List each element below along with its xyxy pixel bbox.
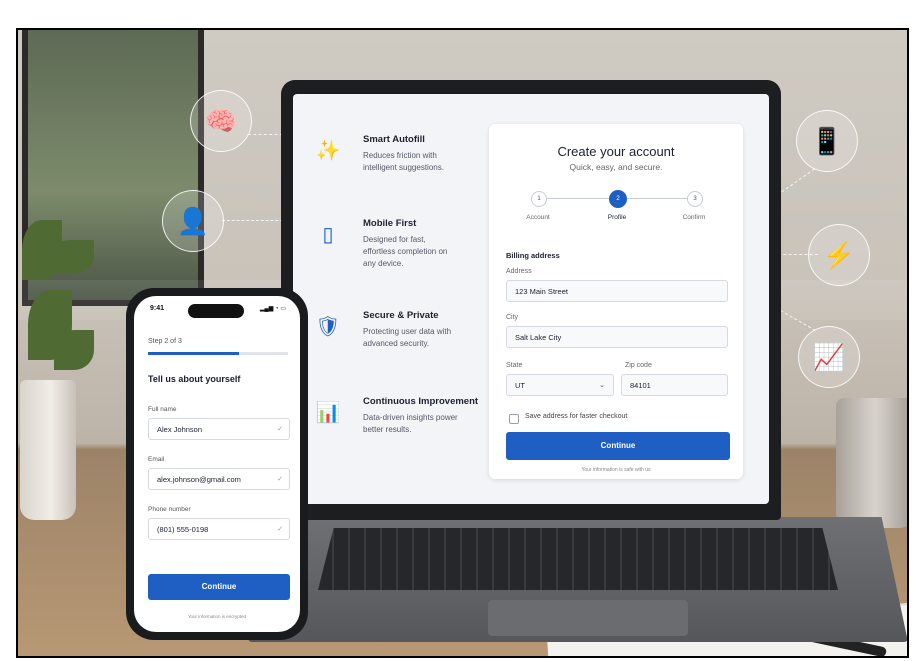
plant-pot [20, 380, 76, 520]
coffee-mug [836, 398, 907, 528]
save-address-checkbox[interactable] [509, 414, 519, 424]
phone-value: (801) 555-0198 [157, 525, 209, 534]
feature-title: Smart Autofill [363, 134, 425, 145]
step-2-label: Profile [607, 214, 627, 221]
step-indicator: Step 2 of 3 [148, 338, 182, 345]
address-input[interactable]: 123 Main Street [506, 280, 728, 302]
address-label: Address [506, 268, 532, 275]
zip-input[interactable]: 84101 [621, 374, 728, 396]
chevron-down-icon: ⌄ [599, 382, 605, 389]
progress-bar [148, 352, 288, 355]
continue-button[interactable]: Continue [506, 432, 730, 460]
shield-check-icon: 🛡 [315, 316, 341, 338]
zip-label: Zip code [625, 362, 652, 369]
step-3-indicator[interactable]: 3 [687, 191, 703, 207]
city-label: City [506, 314, 519, 321]
security-note: Your information is safe with us [581, 467, 651, 473]
email-input[interactable]: alex.johnson@gmail.com ✓ [148, 468, 290, 490]
phone-number-input[interactable]: (801) 555-0198 ✓ [148, 518, 290, 540]
status-icons: ▂▄▆ ◔ ▭ [259, 306, 286, 312]
name-label: Full name [148, 406, 177, 413]
form-title: Create your account [557, 144, 675, 159]
magic-wand-icon: ✨ [315, 140, 341, 162]
smartphone-icon: 📱 [796, 110, 858, 172]
laptop-screen: ✨ Smart Autofill Reduces friction with i… [293, 94, 769, 504]
feature-title: Continuous Improvement [363, 396, 479, 407]
progress-fill [148, 352, 239, 355]
brain-icon: 🧠 [190, 90, 252, 152]
feature-desc: Data-driven insights power better result… [363, 413, 458, 434]
check-icon: ✓ [277, 526, 283, 533]
bar-chart-icon: 📊 [315, 402, 341, 424]
connector-line [781, 168, 815, 193]
plant-leaf [48, 240, 94, 274]
step-1-indicator[interactable]: 1 [531, 191, 547, 207]
state-label: State [506, 362, 523, 369]
city-input[interactable]: Salt Lake City [506, 326, 728, 348]
plant-leaf [54, 330, 94, 370]
phone-form-title: Tell us about yourself [148, 374, 241, 384]
phone-screen: 9:41 ▂▄▆ ◔ ▭ Step 2 of 3 Tell us about y… [134, 296, 300, 632]
phone-label: Phone number [148, 506, 191, 513]
user-check-icon: 👤 [162, 190, 224, 252]
state-select[interactable]: UT ⌄ [506, 374, 614, 396]
growth-chart-icon: 📈 [798, 326, 860, 388]
smartphone: 9:41 ▂▄▆ ◔ ▭ Step 2 of 3 Tell us about y… [126, 288, 308, 640]
signup-form: Create your account Quick, easy, and sec… [489, 124, 743, 479]
name-input[interactable]: Alex Johnson ✓ [148, 418, 290, 440]
status-time: 9:41 [150, 305, 165, 312]
name-value: Alex Johnson [157, 425, 203, 434]
email-value: alex.johnson@gmail.com [157, 475, 241, 484]
state-value: UT [515, 381, 525, 390]
save-address-label: Save address for faster checkout [525, 413, 628, 420]
phone-continue-button[interactable]: Continue [148, 574, 290, 600]
feature-desc: Protecting user data with advanced secur… [363, 327, 452, 348]
step-2-indicator[interactable]: 2 [609, 190, 627, 208]
check-icon: ✓ [277, 476, 283, 483]
laptop-keyboard [318, 528, 838, 590]
email-label: Email [148, 456, 165, 463]
section-heading: Billing address [506, 251, 560, 260]
feature-desc: Reduces friction with intelligent sugges… [363, 151, 444, 172]
dynamic-island [188, 304, 244, 318]
laptop: ✨ Smart Autofill Reduces friction with i… [281, 80, 781, 520]
form-subtitle: Quick, easy, and secure. [569, 162, 663, 172]
mobile-icon: ▯ [322, 224, 334, 246]
step-3-label: Confirm [682, 214, 706, 221]
feature-desc: Designed for fast, effortless completion… [363, 235, 448, 268]
phone-security-note: Your information is encrypted [187, 614, 247, 619]
photo-scene: 🧠 👤 📱 ⚡ 📈 ✨ Smart Autofill Reduces frict… [16, 28, 909, 658]
feature-title: Mobile First [363, 218, 417, 229]
lightning-icon: ⚡ [808, 224, 870, 286]
laptop-trackpad [488, 600, 688, 636]
connector-line [222, 220, 288, 221]
feature-title: Secure & Private [363, 310, 439, 321]
step-1-label: Account [526, 214, 550, 221]
check-icon: ✓ [277, 426, 283, 433]
